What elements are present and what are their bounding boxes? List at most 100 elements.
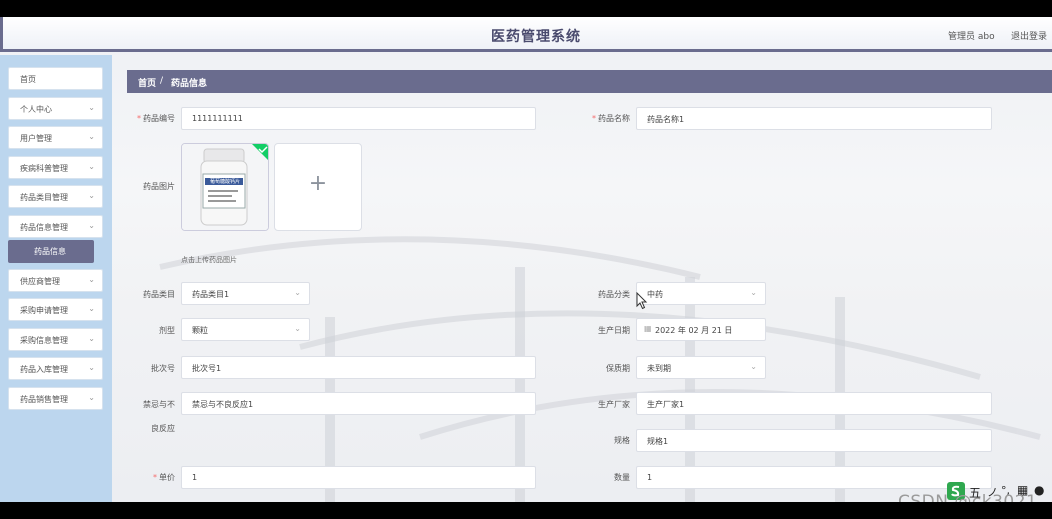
drug-name-label: * 药品名称 xyxy=(570,113,630,124)
required-mark: * xyxy=(137,114,141,123)
production-date-picker[interactable]: ▦ 2022 年 02 月 21 日 xyxy=(636,318,766,341)
expiry-select[interactable]: 未到期 ⌄ xyxy=(636,356,766,379)
drug-code-value: 1111111111 xyxy=(192,114,243,123)
add-image-button[interactable]: + xyxy=(274,143,362,231)
sidebar-item-label: 用户管理 xyxy=(20,134,52,143)
chevron-down-icon: ⌄ xyxy=(750,362,757,371)
sidebar-item-label: 疾病科普管理 xyxy=(20,164,68,173)
price-input[interactable]: 1 xyxy=(181,466,536,489)
plus-icon: + xyxy=(308,171,328,196)
drug-name-input[interactable]: 药品名称1 xyxy=(636,107,992,130)
sidebar-item-label: 供应商管理 xyxy=(20,277,60,286)
chevron-down-icon: ⌄ xyxy=(294,288,301,297)
contraindications-value: 禁忌与不良反应1 xyxy=(192,400,254,409)
drug-type-select[interactable]: 中药 ⌄ xyxy=(636,282,766,305)
chevron-down-icon: ⌄ xyxy=(88,275,95,284)
upload-tip: 点击上传药品图片 xyxy=(181,256,237,264)
manufacturer-label: 生产厂家 xyxy=(598,400,630,409)
sidebar-item-purchase-info[interactable]: 采购信息管理 ⌄ xyxy=(8,328,103,351)
breadcrumb-home[interactable]: 首页 xyxy=(138,76,156,89)
chevron-down-icon: ⌄ xyxy=(88,221,95,230)
dosage-form-label: 剂型 xyxy=(159,326,175,335)
sidebar-item-label: 药品信息管理 xyxy=(20,223,68,232)
manufacturer-value: 生产厂家1 xyxy=(647,400,685,409)
sidebar-item-disease-science[interactable]: 疾病科普管理 ⌄ xyxy=(8,156,103,179)
breadcrumb-current: 药品信息 xyxy=(171,79,208,89)
production-date-label: 生产日期 xyxy=(598,326,630,335)
sidebar-item-home[interactable]: 首页 xyxy=(8,67,103,90)
batch-number-input[interactable]: 批次号1 xyxy=(181,356,536,379)
chevron-down-icon: ⌄ xyxy=(88,363,95,372)
drug-image-label: 药品图片 xyxy=(143,182,175,191)
sidebar-item-drug-stock-in[interactable]: 药品入库管理 ⌄ xyxy=(8,357,103,380)
drug-code-input[interactable]: 1111111111 xyxy=(181,107,536,130)
quantity-input[interactable]: 1 xyxy=(636,466,992,489)
chevron-down-icon: ⌄ xyxy=(88,162,95,171)
drug-category-value: 药品类目1 xyxy=(192,290,230,299)
current-user[interactable]: 管理员 abo xyxy=(948,29,995,42)
dosage-form-select[interactable]: 颗粒 ⌄ xyxy=(181,318,310,341)
drug-category-label: 药品类目 xyxy=(143,290,175,299)
chevron-down-icon: ⌄ xyxy=(750,288,757,297)
spec-label: 规格 xyxy=(614,436,630,445)
sidebar-item-label: 采购信息管理 xyxy=(20,336,68,345)
spec-value: 规格1 xyxy=(647,437,669,446)
sidebar-subitem-label: 药品信息 xyxy=(34,247,66,256)
sidebar-item-label: 个人中心 xyxy=(20,105,52,114)
chevron-down-icon: ⌄ xyxy=(88,103,95,112)
sidebar-item-personal-center[interactable]: 个人中心 ⌄ xyxy=(8,97,103,120)
chevron-down-icon: ⌄ xyxy=(88,191,95,200)
calendar-icon: ▦ xyxy=(644,324,652,333)
chevron-down-icon: ⌄ xyxy=(88,334,95,343)
drug-type-value: 中药 xyxy=(647,290,663,299)
expiry-label: 保质期 xyxy=(606,364,630,373)
sidebar-item-label: 药品入库管理 xyxy=(20,365,68,374)
mouse-cursor-icon xyxy=(636,292,648,310)
drug-type-label: 药品分类 xyxy=(598,290,630,299)
bottle-label-text: 葡萄糖酸钙片 xyxy=(209,179,240,185)
drug-code-label: * 药品编号 xyxy=(120,113,175,124)
uploaded-drug-image[interactable]: 葡萄糖酸钙片 xyxy=(181,143,269,231)
sidebar-item-label: 采购申请管理 xyxy=(20,306,68,315)
batch-number-label: 批次号 xyxy=(151,364,175,373)
quantity-label: 数量 xyxy=(614,473,630,482)
drug-name-label-text: 药品名称 xyxy=(598,114,630,123)
production-date-value: 2022 年 02 月 21 日 xyxy=(655,326,733,335)
price-label-text: 单价 xyxy=(159,473,175,482)
sidebar: 首页 个人中心 ⌄ 用户管理 ⌄ 疾病科普管理 ⌄ 药品类目管理 ⌄ 药品信息管… xyxy=(0,55,112,502)
sidebar-item-user-management[interactable]: 用户管理 ⌄ xyxy=(8,126,103,149)
sidebar-item-drug-category[interactable]: 药品类目管理 ⌄ xyxy=(8,185,103,208)
screen-top-border xyxy=(0,0,1052,17)
dosage-form-value: 颗粒 xyxy=(192,326,208,335)
sidebar-subitem-drug-info[interactable]: 药品信息 xyxy=(8,240,94,263)
manufacturer-input[interactable]: 生产厂家1 xyxy=(636,392,992,415)
chevron-down-icon: ⌄ xyxy=(294,324,301,333)
price-value: 1 xyxy=(192,473,198,482)
contraindications-label-line1: 禁忌与不 xyxy=(143,400,175,409)
chevron-down-icon: ⌄ xyxy=(88,393,95,402)
sidebar-item-supplier[interactable]: 供应商管理 ⌄ xyxy=(8,269,103,292)
required-mark: * xyxy=(592,114,596,123)
app-screen: 医药管理系统 管理员 abo 退出登录 首页 个人中心 ⌄ 用户管理 ⌄ 疾病科… xyxy=(0,17,1052,502)
chevron-down-icon: ⌄ xyxy=(88,132,95,141)
medicine-bottle-image xyxy=(182,144,268,230)
spec-input[interactable]: 规格1 xyxy=(636,429,992,452)
sidebar-item-drug-sales[interactable]: 药品销售管理 ⌄ xyxy=(8,387,103,410)
required-mark: * xyxy=(153,473,157,482)
sidebar-item-drug-info-management[interactable]: 药品信息管理 ⌄ xyxy=(8,215,103,238)
logout-link[interactable]: 退出登录 xyxy=(1011,29,1047,42)
breadcrumb: 首页 / 药品信息 xyxy=(127,70,1052,93)
screen-bottom-border xyxy=(0,502,1052,519)
contraindications-input[interactable]: 禁忌与不良反应1 xyxy=(181,392,536,415)
sidebar-item-label: 药品销售管理 xyxy=(20,395,68,404)
app-title: 医药管理系统 xyxy=(491,29,581,45)
drug-name-value: 药品名称1 xyxy=(647,115,685,124)
watermark: CSDN @ck3021 xyxy=(898,492,1038,502)
drug-category-select[interactable]: 药品类目1 ⌄ xyxy=(181,282,310,305)
sidebar-item-purchase-request[interactable]: 采购申请管理 ⌄ xyxy=(8,298,103,321)
chevron-down-icon: ⌄ xyxy=(88,304,95,313)
batch-number-value: 批次号1 xyxy=(192,364,222,373)
sidebar-item-label: 药品类目管理 xyxy=(20,193,68,202)
breadcrumb-separator: / xyxy=(160,76,164,86)
top-header: 医药管理系统 管理员 abo 退出登录 xyxy=(0,17,1052,52)
